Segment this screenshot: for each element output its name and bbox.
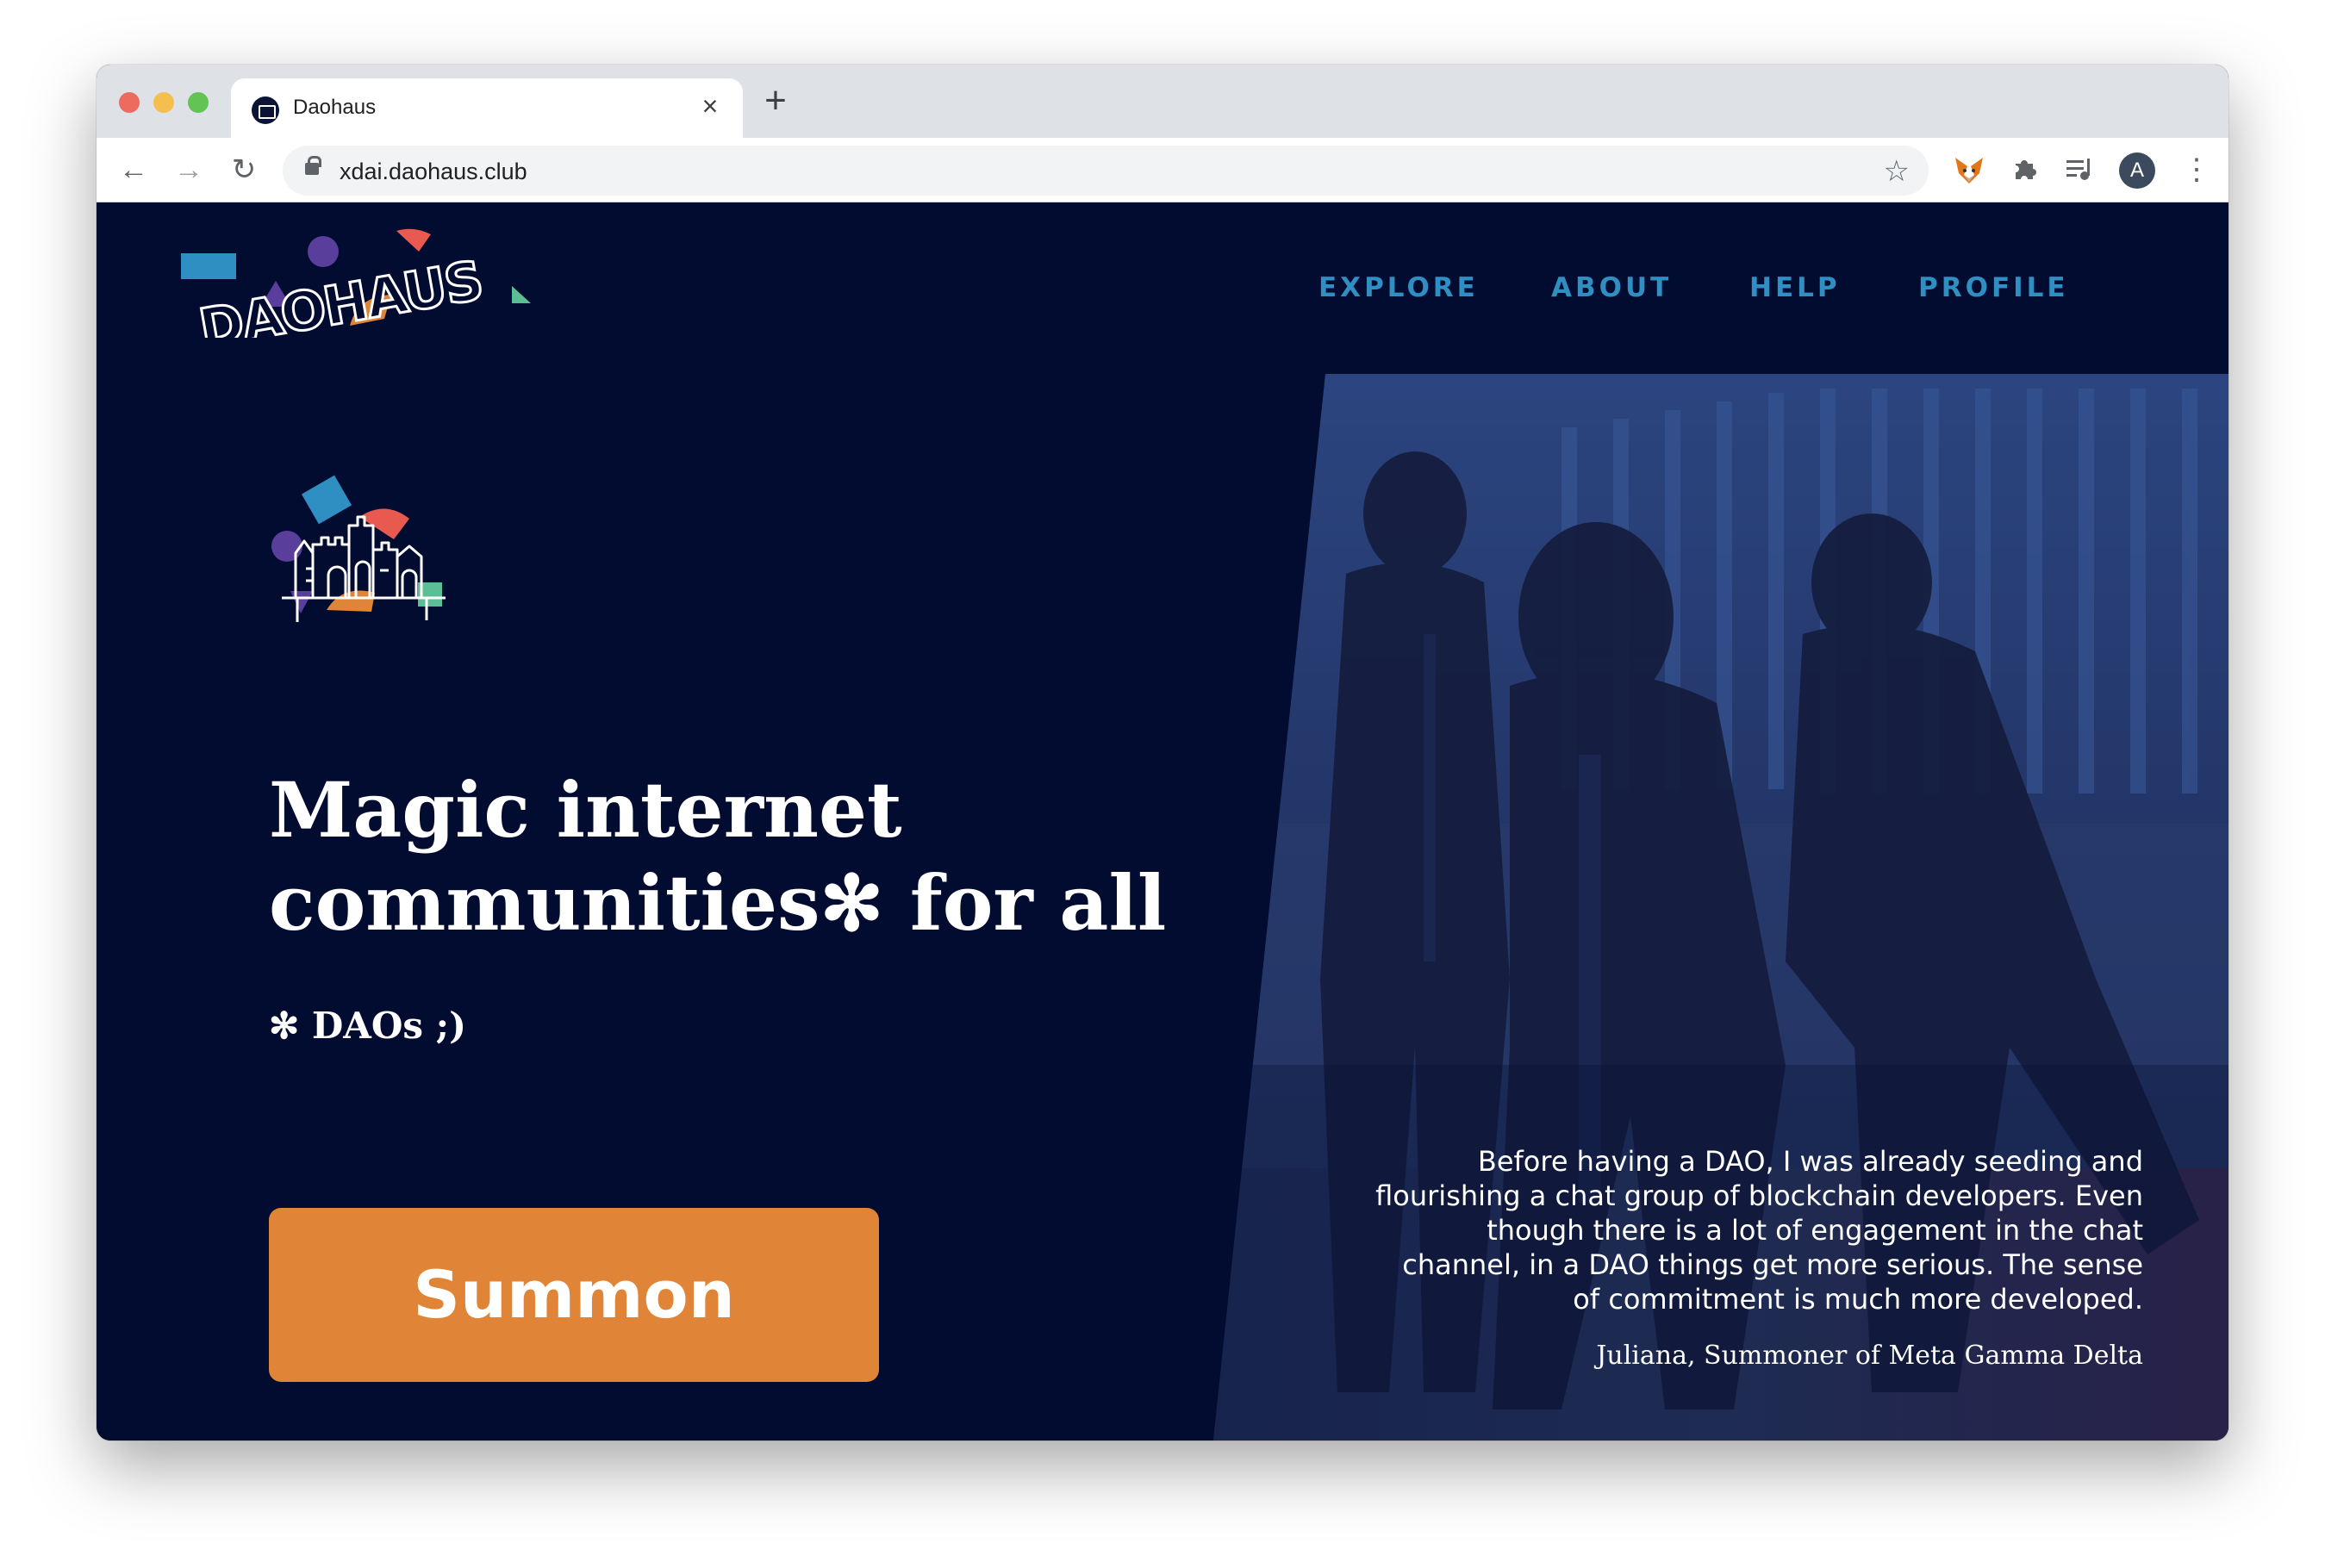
browser-window: Daohaus × + ← → ↻ xdai.daohaus.club ☆ A … — [97, 65, 2228, 1440]
address-bar[interactable]: xdai.daohaus.club ☆ — [283, 146, 1929, 196]
testimonial-author: Juliana, Summoner of Meta Gamma Delta — [1596, 1341, 2143, 1371]
nav-explore[interactable]: EXPLORE — [1318, 272, 1479, 303]
minimize-window-button[interactable] — [153, 92, 174, 113]
metamask-fox-icon[interactable] — [1949, 150, 1989, 190]
media-queue-icon[interactable] — [2060, 150, 2099, 190]
extensions-puzzle-icon[interactable] — [2004, 150, 2044, 190]
close-window-button[interactable] — [119, 92, 140, 113]
daohaus-logo[interactable]: DAOHAUS — [181, 226, 543, 338]
more-menu-icon[interactable]: ⋮ — [2182, 150, 2211, 190]
daohaus-page: DAOHAUS EXPLORE ABOUT HELP PROFILE Magic… — [97, 203, 2228, 1440]
logo-wordmark: DAOHAUS — [195, 249, 487, 338]
url-text[interactable]: xdai.daohaus.club — [340, 159, 527, 185]
hero-headline-line2: communities✻ for all — [269, 858, 1167, 948]
nav-profile[interactable]: PROFILE — [1918, 272, 2069, 303]
close-icon[interactable]: × — [695, 90, 726, 121]
maximize-window-button[interactable] — [188, 92, 209, 113]
bookmark-star-icon[interactable]: ☆ — [1884, 154, 1910, 189]
summon-button[interactable]: Summon — [269, 1208, 879, 1382]
browser-toolbar: ← → ↻ xdai.daohaus.club ☆ A ⋮ — [97, 138, 2228, 202]
back-arrow-icon[interactable]: ← — [115, 152, 152, 188]
nav-help[interactable]: HELP — [1749, 272, 1841, 303]
forward-arrow-icon[interactable]: → — [171, 152, 207, 188]
testimonial-quote: Before having a DAO, I was already seedi… — [1375, 1145, 2143, 1316]
lock-icon[interactable] — [305, 156, 321, 175]
tab-strip: Daohaus × + — [97, 65, 2228, 139]
castle-illustration-icon — [271, 475, 446, 622]
hero-headline-line1: Magic internet — [269, 765, 902, 855]
nav-about[interactable]: ABOUT — [1551, 272, 1672, 303]
hero-footnote: ✻ DAOs ;) — [269, 1005, 467, 1047]
tab-daohaus[interactable]: Daohaus × — [231, 78, 743, 139]
reload-icon[interactable]: ↻ — [226, 152, 262, 188]
tab-title: Daohaus — [293, 96, 377, 119]
new-tab-plus-icon[interactable]: + — [757, 82, 795, 121]
daohaus-favicon-icon — [252, 96, 279, 124]
hero-headline: Magic internet communities✻ for all — [269, 763, 1217, 949]
profile-avatar[interactable]: A — [2119, 152, 2155, 189]
